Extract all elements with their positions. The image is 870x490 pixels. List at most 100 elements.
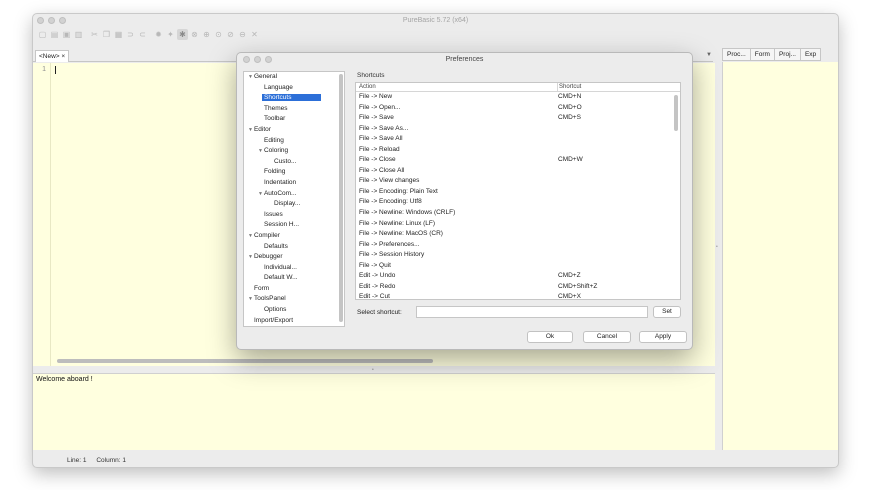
step-over-icon[interactable]: ⊙ [213, 29, 224, 40]
disclosure-triangle-icon[interactable]: ▼ [248, 296, 253, 302]
tree-scrollbar[interactable] [339, 74, 343, 322]
tree-item[interactable]: Form [244, 284, 344, 295]
tree-item[interactable]: ▼Editor [244, 125, 344, 136]
tree-item[interactable]: Shortcuts [244, 93, 344, 104]
panel-splitter-icon[interactable]: • [716, 244, 718, 250]
tab-form[interactable]: Form [749, 48, 775, 61]
dialog-title: Preferences [445, 56, 484, 63]
shortcut-row[interactable]: File -> Open... CMD+O [356, 103, 680, 114]
shortcut-row[interactable]: File -> Close CMD+W [356, 155, 680, 166]
shortcut-row[interactable]: Edit -> Redo CMD+Shift+Z [356, 282, 680, 293]
tree-item[interactable]: Defaults [244, 242, 344, 253]
open-file-icon[interactable]: ▤ [49, 29, 60, 40]
tree-item[interactable]: ▼Debugger [244, 252, 344, 263]
tab-new-file[interactable]: <New> × [35, 50, 70, 62]
save-all-icon[interactable]: ▥ [73, 29, 84, 40]
tab-close-icon[interactable]: × [61, 53, 65, 60]
line-number: 1 [42, 66, 46, 73]
close-window-button[interactable] [37, 17, 44, 24]
cancel-button[interactable]: Cancel [583, 331, 631, 343]
step-icon[interactable]: ⊕ [201, 29, 212, 40]
tab-explorer[interactable]: Exp [799, 48, 822, 61]
kill-icon[interactable]: ⊖ [237, 29, 248, 40]
tree-item[interactable]: Themes [244, 104, 344, 115]
set-button[interactable]: Set [653, 306, 681, 318]
tree-item-label: General [253, 73, 278, 80]
shortcut-row[interactable]: File -> Reload [356, 145, 680, 156]
tree-item[interactable]: ▼Coloring [244, 146, 344, 157]
tab-menu-icon[interactable]: ▼ [706, 52, 712, 58]
tree-item[interactable]: Session H... [244, 220, 344, 231]
shortcut-row[interactable]: File -> View changes [356, 176, 680, 187]
uncomment-icon[interactable]: ⊂ [137, 29, 148, 40]
tree-item[interactable]: Toolbar [244, 114, 344, 125]
tree-item[interactable]: Custo... [244, 157, 344, 168]
tree-item-label: Debugger [253, 253, 283, 261]
ok-button[interactable]: Ok [527, 331, 573, 343]
shortcut-row[interactable]: Edit -> Cut CMD+X [356, 292, 680, 299]
tree-item-label: Language [264, 83, 293, 91]
disclosure-triangle-icon[interactable]: ▼ [258, 191, 263, 197]
step-out-icon[interactable]: ⊘ [225, 29, 236, 40]
tree-item[interactable]: ▼General [244, 72, 344, 83]
preferences-dialog: Preferences ▼General Language Shortcuts The… [236, 52, 693, 350]
minimize-window-button[interactable] [48, 17, 55, 24]
tree-item[interactable]: Language [244, 83, 344, 94]
debugger-icon[interactable]: ✱ [177, 29, 188, 40]
comment-icon[interactable]: ⊃ [125, 29, 136, 40]
shortcut-row[interactable]: File -> Close All [356, 166, 680, 177]
shortcut-row[interactable]: File -> Newline: MacOS (CR) [356, 229, 680, 240]
shortcut-row[interactable]: File -> Save As... [356, 124, 680, 135]
shortcut-row[interactable]: File -> Quit [356, 261, 680, 272]
shortcut-row[interactable]: File -> Encoding: Plain Text [356, 187, 680, 198]
shortcut-action: File -> Save [359, 114, 394, 122]
tree-item[interactable]: Editing [244, 136, 344, 147]
shortcut-row[interactable]: File -> Newline: Windows (CRLF) [356, 208, 680, 219]
shortcut-action: File -> New [359, 93, 393, 100]
stop-icon[interactable]: ⊗ [189, 29, 200, 40]
column-header-action[interactable]: Action [359, 83, 376, 92]
save-icon[interactable]: ▣ [61, 29, 72, 40]
copy-icon[interactable]: ❐ [101, 29, 112, 40]
disclosure-triangle-icon[interactable]: ▼ [248, 233, 253, 239]
tree-item[interactable]: Options [244, 305, 344, 316]
disclosure-triangle-icon[interactable]: ▼ [248, 127, 253, 133]
tree-item[interactable]: Individual... [244, 263, 344, 274]
compile-icon[interactable]: ✹ [153, 29, 164, 40]
disclosure-triangle-icon[interactable]: ▼ [248, 254, 253, 260]
tab-procedures[interactable]: Proc... [722, 48, 751, 61]
tree-item[interactable]: Import/Export [244, 316, 344, 326]
shortcut-row[interactable]: File -> Newline: Linux (LF) [356, 219, 680, 230]
paste-icon[interactable]: ▦ [113, 29, 124, 40]
tree-item[interactable]: Indentation [244, 178, 344, 189]
shortcut-row[interactable]: File -> New CMD+N [356, 92, 680, 103]
tree-item[interactable]: Issues [244, 210, 344, 221]
zoom-window-button[interactable] [59, 17, 66, 24]
shortcut-row[interactable]: File -> Encoding: Utf8 [356, 197, 680, 208]
shortcut-row[interactable]: File -> Save All [356, 134, 680, 145]
new-file-icon[interactable]: ▢ [37, 29, 48, 40]
tab-projects[interactable]: Proj... [773, 48, 801, 61]
disclosure-triangle-icon[interactable]: ▼ [248, 74, 253, 80]
column-header-shortcut[interactable]: Shortcut [557, 83, 581, 92]
shortcut-row[interactable]: File -> Session History [356, 250, 680, 261]
tree-item-label: Folding [264, 168, 286, 176]
tree-item[interactable]: Folding [244, 167, 344, 178]
close-icon[interactable]: ✕ [249, 29, 260, 40]
select-shortcut-input[interactable] [416, 306, 648, 318]
shortcuts-list-scrollbar[interactable] [674, 95, 678, 131]
editor-horizontal-scrollbar[interactable] [57, 359, 433, 363]
tree-item-label: Coloring [263, 147, 289, 155]
tree-item[interactable]: ▼ToolsPanel [244, 294, 344, 305]
tree-item[interactable]: Display... [244, 199, 344, 210]
tree-item[interactable]: ▼AutoCom... [244, 189, 344, 200]
run-icon[interactable]: ✦ [165, 29, 176, 40]
disclosure-triangle-icon[interactable]: ▼ [258, 148, 263, 154]
cut-icon[interactable]: ✂ [89, 29, 100, 40]
shortcut-row[interactable]: File -> Save CMD+S [356, 113, 680, 124]
shortcut-row[interactable]: File -> Preferences... [356, 240, 680, 251]
tree-item[interactable]: Default W... [244, 273, 344, 284]
shortcut-row[interactable]: Edit -> Undo CMD+Z [356, 271, 680, 282]
apply-button[interactable]: Apply [639, 331, 687, 343]
tree-item[interactable]: ▼Compiler [244, 231, 344, 242]
